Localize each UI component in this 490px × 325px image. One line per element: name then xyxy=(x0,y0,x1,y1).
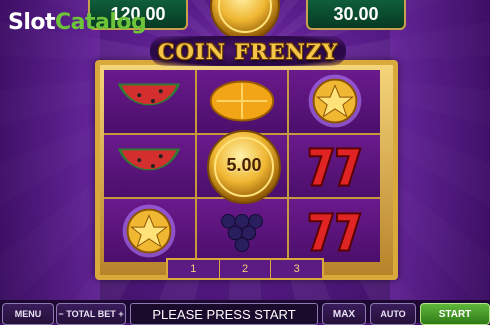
start-label: START xyxy=(438,308,472,320)
watermark-catalog-text: Catalog xyxy=(55,10,147,35)
reel-cell-coin xyxy=(289,70,380,133)
jackpot-right-value: 30.00 xyxy=(333,3,379,24)
jackpot-display-right: 30.00 xyxy=(306,0,406,30)
total-bet-control: − TOTAL BET + xyxy=(56,303,126,325)
seven-icon xyxy=(308,147,362,187)
status-message: PLEASE PRESS START xyxy=(130,303,318,325)
payline-number: 1 xyxy=(168,260,220,278)
watermelon-icon xyxy=(118,148,181,171)
bet-increase-button[interactable]: + xyxy=(118,309,123,319)
right-side-panel xyxy=(390,0,490,323)
watermark-slot-text: Slot xyxy=(8,10,56,35)
total-bet-label: TOTAL BET xyxy=(66,309,116,319)
seven-icon xyxy=(308,212,362,252)
watermelon-icon xyxy=(118,83,181,106)
reel-cell-watermelon xyxy=(104,134,195,198)
autoplay-button[interactable]: AUTO xyxy=(370,303,416,325)
game-logo: COIN FRENZY xyxy=(150,36,346,66)
star-coin-icon xyxy=(308,75,361,128)
left-side-panel xyxy=(0,0,100,323)
lemon-icon xyxy=(209,80,275,122)
grapes-icon xyxy=(221,213,263,252)
menu-label: MENU xyxy=(14,309,42,319)
reel-cell-seven xyxy=(289,134,380,198)
max-bet-button[interactable]: MAX xyxy=(322,303,366,325)
reel-cell-grapes xyxy=(196,199,288,262)
payline-number: 3 xyxy=(293,263,300,275)
menu-button[interactable]: MENU xyxy=(2,303,54,325)
reel-cell-seven xyxy=(289,199,380,262)
payline-number: 2 xyxy=(220,260,272,278)
reel-cell-watermelon xyxy=(104,70,195,133)
reel-cell-lemon xyxy=(196,70,288,133)
max-label: MAX xyxy=(332,308,356,320)
payline-indicator: 1 2 3 xyxy=(166,258,324,280)
reel-cell-coin xyxy=(104,199,195,262)
auto-label: AUTO xyxy=(380,309,406,319)
slotcatalog-watermark: SlotCatalog xyxy=(8,10,147,35)
bet-decrease-button[interactable]: − xyxy=(58,309,63,319)
star-coin-icon xyxy=(123,204,176,257)
game-logo-text: COIN FRENZY xyxy=(157,38,339,64)
center-coin-value: 5.00 xyxy=(226,155,262,175)
start-button[interactable]: START xyxy=(420,303,490,325)
status-text: PLEASE PRESS START xyxy=(152,306,296,322)
